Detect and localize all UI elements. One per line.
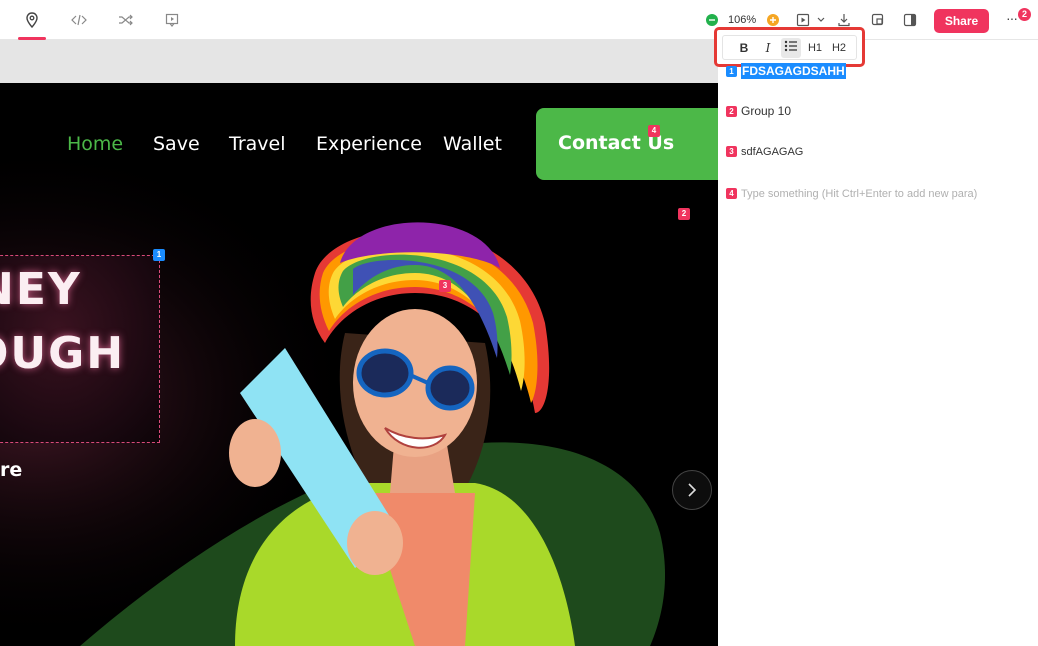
italic-button[interactable]: I	[758, 38, 778, 58]
note-number-3: 3	[726, 146, 737, 157]
text-format-toolbar: B I H1 H2	[714, 27, 865, 67]
zoom-level[interactable]: 106%	[728, 14, 756, 26]
nav-wallet[interactable]: Wallet	[443, 133, 502, 155]
hero-woman-image	[229, 222, 575, 646]
headline-selection-box[interactable]: NEY OUGH	[0, 255, 160, 443]
nav-travel[interactable]: Travel	[229, 133, 285, 155]
canvas-top-margin	[0, 40, 718, 83]
nav-save[interactable]: Save	[153, 133, 200, 155]
headline-line-1: NEY	[0, 264, 82, 315]
annotation-pin-1[interactable]: 1	[153, 249, 165, 261]
notification-badge: 2	[1018, 8, 1031, 21]
note-text-3[interactable]: sdfAGAGAG	[741, 146, 803, 158]
heading-1-button[interactable]: H1	[805, 38, 825, 58]
note-item-4[interactable]: 4 Type something (Hit Ctrl+Enter to add n…	[726, 186, 977, 200]
note-item-2[interactable]: 2 Group 10	[726, 104, 791, 118]
heading-2-button[interactable]: H2	[829, 38, 849, 58]
note-text-2[interactable]: Group 10	[741, 104, 791, 118]
location-pin-icon[interactable]	[22, 10, 42, 30]
note-input-placeholder[interactable]: Type something (Hit Ctrl+Enter to add ne…	[741, 188, 977, 200]
bold-button[interactable]: B	[734, 38, 754, 58]
note-item-1[interactable]: 1 FDSAGAGDSAHH	[726, 63, 846, 79]
duplicate-icon[interactable]	[868, 10, 888, 30]
nav-experience[interactable]: Experience	[316, 133, 422, 155]
notes-panel	[718, 40, 1038, 646]
annotation-pin-3[interactable]: 3	[439, 280, 451, 292]
contact-us-button[interactable]: Contact Us	[536, 108, 718, 180]
note-number-2: 2	[726, 106, 737, 117]
note-number-4: 4	[726, 188, 737, 199]
status-green-icon[interactable]	[706, 14, 718, 26]
share-button[interactable]: Share	[934, 9, 989, 33]
top-toolbar: 106% Share ··· 2	[0, 0, 1038, 40]
annotation-pin-4[interactable]: 4	[648, 125, 660, 137]
note-number-1: 1	[726, 66, 737, 77]
bullet-list-icon	[784, 40, 797, 52]
format-button-group: B I H1 H2	[722, 35, 857, 60]
nav-home[interactable]: Home	[67, 133, 123, 155]
note-item-3[interactable]: 3 sdfAGAGAG	[726, 146, 803, 158]
headline-line-2: OUGH	[0, 328, 126, 379]
more-options-icon[interactable]: ···	[1006, 10, 1018, 26]
design-canvas[interactable]: Home Save Travel Experience Wallet Conta…	[0, 83, 718, 646]
panel-toggle-icon[interactable]	[900, 10, 920, 30]
annotation-pin-2[interactable]: 2	[678, 208, 690, 220]
shuffle-icon[interactable]	[116, 10, 136, 30]
comment-frame-icon[interactable]	[162, 10, 182, 30]
carousel-next-button[interactable]	[672, 470, 712, 510]
bullet-list-button[interactable]	[781, 38, 801, 58]
code-icon[interactable]	[69, 10, 89, 30]
note-text-1[interactable]: FDSAGAGDSAHH	[741, 63, 846, 79]
chevron-right-icon	[688, 483, 697, 497]
add-icon[interactable]	[767, 14, 779, 26]
hero-subtext: re	[0, 459, 23, 481]
